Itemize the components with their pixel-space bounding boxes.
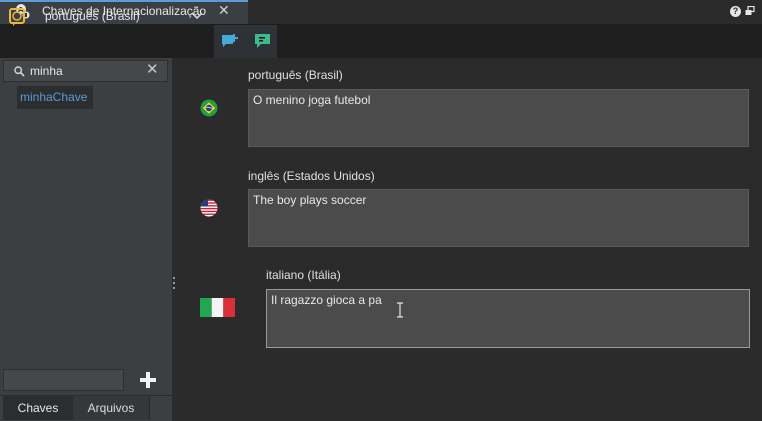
add-translation-icon [222, 34, 238, 47]
language-label-en-us: inglês (Estados Unidos) [248, 169, 375, 183]
language-label-it-it: italiano (Itália) [266, 268, 341, 282]
italy-flag-icon [200, 298, 235, 317]
tab-close-icon[interactable]: ✕ [218, 2, 230, 18]
add-translation-button[interactable] [214, 25, 247, 58]
chat-translation-button[interactable] [247, 25, 277, 58]
toolbar [0, 25, 762, 58]
translation-input-en-us[interactable]: The boy plays soccer [248, 189, 749, 247]
tab-arquivos[interactable]: Arquivos [73, 396, 150, 420]
locale-selector-value[interactable]: português (Brasil) [45, 9, 140, 23]
search-input[interactable] [30, 62, 140, 79]
text-cursor-icon [397, 302, 403, 318]
keys-panel [0, 58, 172, 420]
add-key-button[interactable] [136, 370, 160, 390]
chevron-down-icon[interactable] [191, 11, 203, 21]
brazil-flag-icon [200, 99, 218, 117]
translation-input-it-it[interactable]: Il ragazzo gioca a pa [266, 289, 750, 348]
language-label-pt-br: português (Brasil) [248, 68, 343, 82]
tab-chaves[interactable]: Chaves [3, 396, 73, 420]
new-key-input[interactable] [3, 369, 124, 391]
restore-window-icon[interactable] [745, 6, 755, 16]
translation-input-pt-br[interactable]: O menino joga futebol [248, 89, 749, 147]
chat-icon [255, 34, 270, 48]
key-item-label: minhaChave [20, 90, 88, 104]
search-icon [14, 66, 25, 77]
usa-flag-icon [200, 199, 218, 217]
clear-search-icon[interactable]: ✕ [146, 62, 159, 78]
locale-icon [9, 8, 25, 26]
splitter-grip-icon [173, 277, 175, 289]
help-icon[interactable]: ? [730, 6, 741, 17]
